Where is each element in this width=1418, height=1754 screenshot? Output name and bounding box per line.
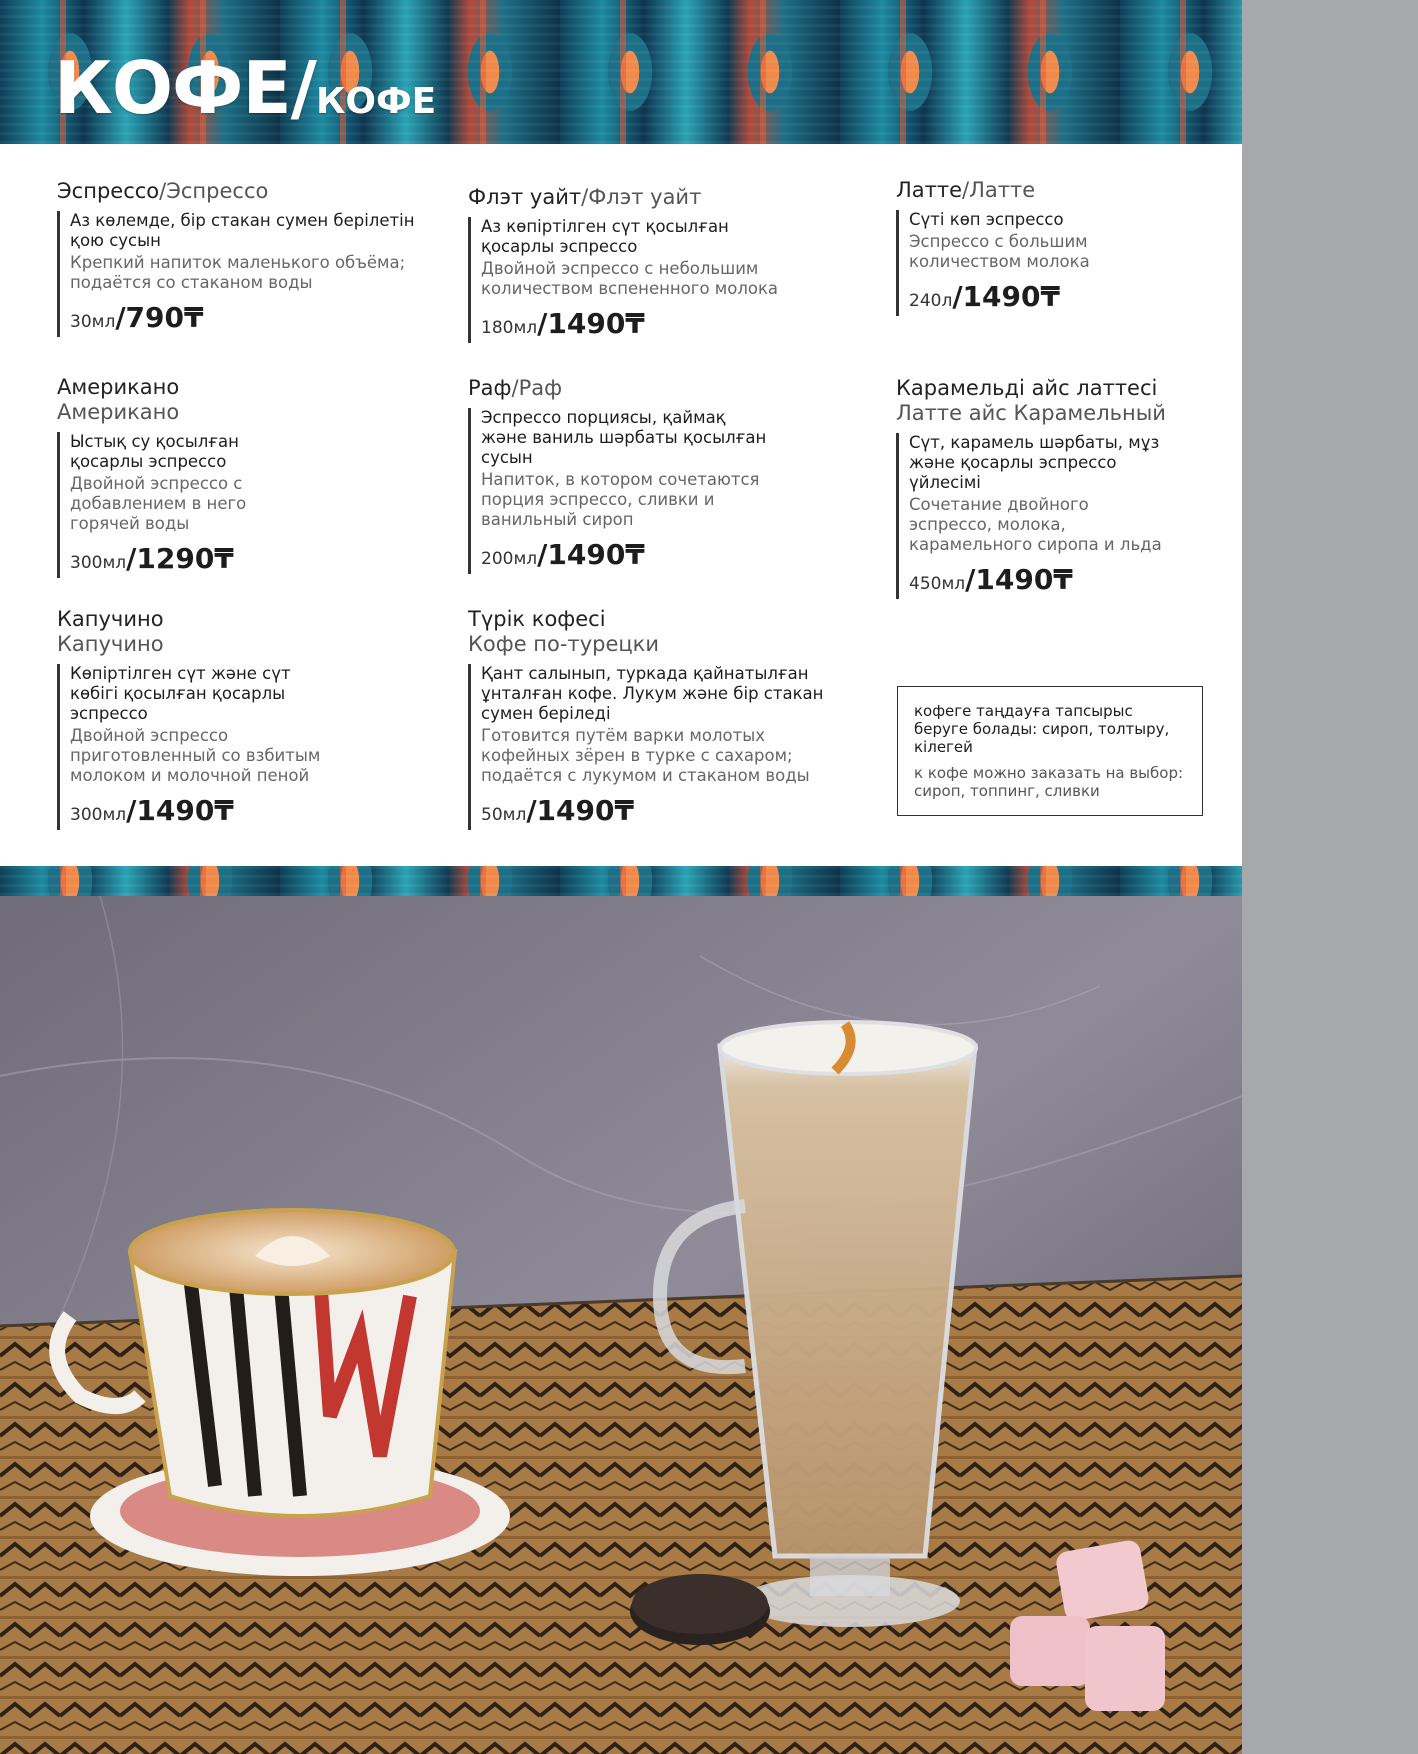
item-description-kz: Қант салынып, туркада қайнатылған ұнталғ…: [481, 664, 824, 723]
menu-item-flat-white: Флэт уайт/Флэт уайт Аз көпіртілген сүт қ…: [468, 185, 848, 343]
item-price-row: 300мл/1490₸: [70, 797, 327, 828]
item-price: /1490₸: [965, 563, 1073, 596]
item-volume: 180мл: [481, 318, 538, 338]
item-description-kz: Сүті көп эспрессо: [909, 210, 1064, 229]
item-description-ru: Готовится путём варки молотых кофейных з…: [481, 726, 810, 785]
item-description-ru: Двойной эспрессо с небольшим количеством…: [481, 259, 779, 298]
item-volume: 300мл: [70, 553, 127, 573]
menu-page: КОФЕ/КОФЕ Эспрессо/Эспрессо Аз көлемде, …: [0, 0, 1242, 1754]
item-body: Көпіртілген сүт және сүт көбігі қосылған…: [57, 664, 327, 830]
item-price: /1490₸: [537, 307, 645, 340]
note-text-ru: к кофе можно заказать на выбор: сироп, т…: [914, 764, 1184, 800]
item-volume: 450мл: [909, 574, 966, 594]
item-volume: 240л: [909, 291, 953, 311]
item-price: /790₸: [115, 301, 204, 334]
menu-item-americano: Американо Американо Ыстық су қосылған қос…: [57, 375, 437, 578]
page-title-sub: КОФЕ: [315, 81, 437, 122]
item-price-row: 50мл/1490₸: [481, 797, 838, 828]
item-body: Қант салынып, туркада қайнатылған ұнталғ…: [468, 664, 838, 830]
add-ons-note-box: кофеге таңдауға тапсырыс беруге болады: …: [897, 686, 1203, 816]
item-description-ru: Сочетание двойного эспрессо, молока, кар…: [909, 495, 1162, 554]
item-volume: 30мл: [70, 312, 116, 332]
page-title: КОФЕ/КОФЕ: [54, 52, 436, 124]
menu-item-latte: Латте/Латте Сүті көп эспрессо Эспрессо с…: [896, 178, 1242, 316]
item-body: Аз көлемде, бір стакан сумен берілетін қ…: [57, 211, 437, 337]
item-name: Эспрессо/Эспрессо: [57, 179, 269, 203]
item-name: Раф/Раф: [468, 376, 563, 400]
item-description-ru: Напиток, в котором сочетаются порция эсп…: [481, 470, 760, 529]
item-body: Эспрессо порциясы, қаймақ және ваниль шә…: [468, 408, 768, 574]
item-volume: 300мл: [70, 805, 127, 825]
ikat-header-banner: КОФЕ/КОФЕ: [0, 0, 1242, 144]
item-volume: 50мл: [481, 805, 527, 825]
item-volume: 200мл: [481, 549, 538, 569]
item-name: Латте/Латте: [896, 178, 1036, 202]
page-title-main: КОФЕ/: [54, 46, 317, 130]
item-name: Капучино Капучино: [57, 607, 164, 656]
item-name: Американо Американо: [57, 375, 180, 424]
item-description-kz: Ыстық су қосылған қосарлы эспрессо: [70, 432, 239, 471]
menu-item-caramel-iced-latte: Карамельді айс латтесі Латте айс Карамель…: [896, 376, 1242, 599]
item-body: Аз көпіртілген сүт қосылған қосарлы эспр…: [468, 217, 798, 343]
item-description-ru: Двойной эспрессо приготовленный со взбит…: [70, 726, 321, 785]
item-description-kz: Көпіртілген сүт және сүт көбігі қосылған…: [70, 664, 291, 723]
item-price-row: 30мл/790₸: [70, 304, 437, 335]
ikat-divider-banner: [0, 866, 1242, 896]
item-price-row: 200мл/1490₸: [481, 541, 768, 572]
item-price: /1490₸: [126, 794, 234, 827]
item-description-ru: Двойной эспрессо с добавлением в него го…: [70, 474, 247, 533]
item-price: /1490₸: [537, 538, 645, 571]
item-price: /1290₸: [126, 542, 234, 575]
item-price: /1490₸: [526, 794, 634, 827]
item-description-kz: Аз көлемде, бір стакан сумен берілетін қ…: [70, 211, 415, 250]
item-description-kz: Эспрессо порциясы, қаймақ және ваниль шә…: [481, 408, 767, 467]
coffee-photo: [0, 896, 1242, 1754]
note-text-kz: кофеге таңдауға тапсырыс беруге болады: …: [914, 702, 1170, 756]
menu-item-cappuccino: Капучино Капучино Көпіртілген сүт және сү…: [57, 607, 437, 830]
item-description-ru: Крепкий напиток маленького объёма; подаё…: [70, 253, 406, 292]
item-name: Түрік кофесі Кофе по-турецки: [468, 607, 659, 656]
menu-item-raf: Раф/Раф Эспрессо порциясы, қаймақ және в…: [468, 376, 848, 574]
coffee-photo-scene: [0, 896, 1242, 1754]
item-description-ru: Эспрессо с большим количеством молока: [909, 232, 1090, 271]
item-price: /1490₸: [952, 280, 1060, 313]
item-body: Сүті көп эспрессо Эспрессо с большим кол…: [896, 210, 1106, 316]
item-name: Флэт уайт/Флэт уайт: [468, 185, 702, 209]
item-price-row: 450мл/1490₸: [909, 566, 1166, 597]
side-gray-strip: [1242, 0, 1418, 1754]
item-price-row: 300мл/1290₸: [70, 545, 257, 576]
menu-item-espresso: Эспрессо/Эспрессо Аз көлемде, бір стакан…: [57, 179, 437, 337]
item-name: Карамельді айс латтесі Латте айс Карамель…: [896, 376, 1166, 425]
item-price-row: 240л/1490₸: [909, 283, 1106, 314]
item-description-kz: Сүт, карамель шәрбаты, мұз және қосарлы …: [909, 433, 1160, 492]
item-body: Ыстық су қосылған қосарлы эспрессо Двойн…: [57, 432, 257, 578]
item-body: Сүт, карамель шәрбаты, мұз және қосарлы …: [896, 433, 1166, 599]
menu-item-turkish-coffee: Түрік кофесі Кофе по-турецки Қант салынып…: [468, 607, 848, 830]
item-description-kz: Аз көпіртілген сүт қосылған қосарлы эспр…: [481, 217, 729, 256]
item-price-row: 180мл/1490₸: [481, 310, 798, 341]
